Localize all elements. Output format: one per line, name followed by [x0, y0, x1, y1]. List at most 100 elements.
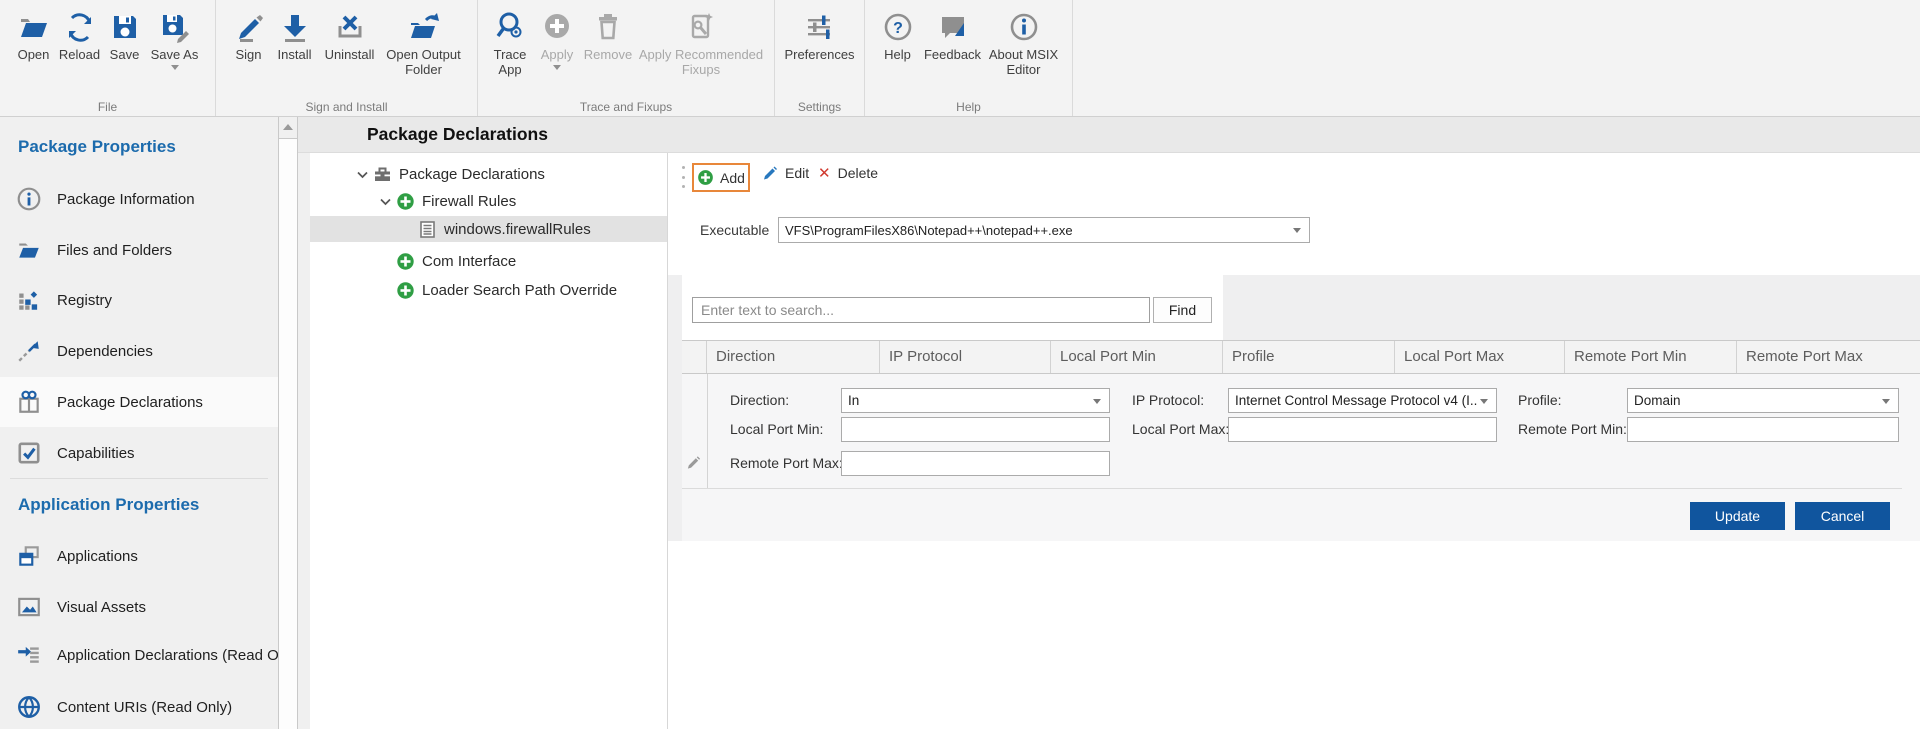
sidebar-navigation: Package Properties Package Information F… — [0, 117, 278, 729]
help-button[interactable]: ? Help — [876, 5, 920, 77]
grid-header-indicator-column — [682, 341, 707, 373]
sidebar-item-registry[interactable]: Registry — [0, 275, 278, 325]
sidebar-item-content-uris[interactable]: Content URIs (Read Only) — [0, 682, 278, 732]
tree-node-com-interface[interactable]: Com Interface — [310, 248, 667, 274]
form-footer-divider — [682, 488, 1902, 489]
sidebar-item-files-and-folders[interactable]: Files and Folders — [0, 225, 278, 275]
firewall-rules-detail-panel: Add Edit ✕ Delete Executable Find Direct… — [668, 153, 1920, 729]
scrollbar-thumb[interactable] — [279, 138, 297, 729]
package-declarations-icon — [16, 389, 42, 415]
about-msix-editor-button[interactable]: About MSIX Editor — [986, 5, 1062, 77]
grid-header-direction[interactable]: Direction — [707, 341, 880, 373]
reload-button[interactable]: Reload — [56, 5, 104, 70]
uninstall-button[interactable]: Uninstall — [319, 5, 381, 77]
help-question-icon: ? — [880, 7, 916, 47]
ip-protocol-dropdown[interactable]: Internet Control Message Protocol v4 (I.… — [1228, 388, 1497, 413]
add-circle-icon — [396, 252, 415, 271]
profile-dropdown[interactable]: Domain — [1627, 388, 1899, 413]
remote-port-min-label: Remote Port Min: — [1518, 417, 1627, 442]
local-port-min-field[interactable] — [841, 417, 1110, 442]
remote-port-min-input[interactable] — [1628, 418, 1898, 441]
grid-header-local-port-min[interactable]: Local Port Min — [1051, 341, 1223, 373]
ribbon-toolbar: Open Reload Save Save As — [0, 0, 1920, 117]
remote-port-max-input[interactable] — [842, 452, 1109, 475]
sidebar-item-applications[interactable]: Applications — [0, 531, 278, 581]
local-port-max-field[interactable] — [1228, 417, 1497, 442]
delete-x-icon: ✕ — [818, 166, 831, 181]
grid-header-ip-protocol[interactable]: IP Protocol — [880, 341, 1051, 373]
direction-label: Direction: — [730, 388, 789, 413]
remote-port-min-field[interactable] — [1627, 417, 1899, 442]
sidebar-item-package-declarations[interactable]: Package Declarations — [0, 377, 278, 427]
remote-port-max-field[interactable] — [841, 451, 1110, 476]
search-input[interactable] — [692, 297, 1150, 323]
capabilities-checkbox-icon — [16, 440, 42, 466]
sidebar-item-application-declarations[interactable]: Application Declarations (Read Only) — [0, 630, 278, 680]
executable-dropdown[interactable] — [778, 217, 1310, 243]
sidebar-item-capabilities[interactable]: Capabilities — [0, 428, 278, 478]
sidebar-item-package-information[interactable]: Package Information — [0, 174, 278, 224]
local-port-min-input[interactable] — [842, 418, 1109, 441]
remove-button[interactable]: Remove — [580, 5, 636, 77]
grid-header-remote-port-min[interactable]: Remote Port Min — [1565, 341, 1737, 373]
svg-text:?: ? — [893, 20, 903, 37]
combo-chevron-icon[interactable] — [1882, 399, 1890, 404]
update-button[interactable]: Update — [1690, 502, 1785, 530]
open-output-folder-button[interactable]: Open Output Folder — [381, 5, 467, 77]
tree-node-label: Package Declarations — [399, 166, 545, 183]
grid-header-profile[interactable]: Profile — [1223, 341, 1395, 373]
install-button[interactable]: Install — [271, 5, 319, 77]
combo-chevron-icon[interactable] — [1093, 399, 1101, 404]
add-circle-icon — [396, 192, 415, 211]
feedback-button[interactable]: Feedback — [920, 5, 986, 77]
dropdown-chevron-icon[interactable] — [553, 65, 561, 70]
ribbon-group-trace-and-fixups: Trace App Apply Remove Apply Recommend — [478, 0, 775, 116]
ribbon-group-label-help: Help — [865, 100, 1072, 114]
combo-chevron-icon[interactable] — [1480, 399, 1488, 404]
tree-node-firewall-rules[interactable]: Firewall Rules — [310, 188, 667, 214]
save-as-button[interactable]: Save As — [146, 5, 204, 70]
form-indicator-column-divider — [707, 374, 708, 488]
apply-button[interactable]: Apply — [534, 5, 580, 77]
chevron-down-icon[interactable] — [355, 167, 370, 182]
tree-node-windows-firewallrules[interactable]: windows.firewallRules — [310, 216, 667, 242]
sign-button[interactable]: Sign — [227, 5, 271, 77]
sidebar-header-application-properties: Application Properties — [18, 495, 199, 515]
apply-recommended-fixups-button[interactable]: Apply Recommended Fixups — [636, 5, 766, 77]
dropdown-chevron-icon[interactable] — [171, 65, 179, 70]
grid-header-local-port-max[interactable]: Local Port Max — [1395, 341, 1565, 373]
delete-button[interactable]: ✕ Delete — [818, 165, 878, 181]
executable-input[interactable] — [779, 218, 1287, 242]
sidebar-item-visual-assets[interactable]: Visual Assets — [0, 582, 278, 632]
save-button[interactable]: Save — [104, 5, 146, 70]
ribbon-group-label-file: File — [0, 100, 215, 114]
ribbon-group-label-sign-and-install: Sign and Install — [216, 100, 477, 114]
tree-node-label: Firewall Rules — [422, 193, 516, 210]
tree-node-package-declarations[interactable]: Package Declarations — [310, 161, 667, 187]
tree-node-loader-search-path-override[interactable]: Loader Search Path Override — [310, 277, 667, 303]
edit-button[interactable]: Edit — [762, 165, 809, 181]
sidebar-item-dependencies[interactable]: Dependencies — [0, 326, 278, 376]
remote-port-max-label: Remote Port Max: — [730, 451, 843, 476]
combo-chevron-icon[interactable] — [1293, 228, 1301, 233]
scrollbar-up-button[interactable] — [279, 117, 297, 137]
preferences-button[interactable]: Preferences — [784, 5, 856, 62]
trace-app-button[interactable]: Trace App — [486, 5, 534, 77]
grid-header-remote-port-max[interactable]: Remote Port Max — [1737, 341, 1920, 373]
page-title: Package Declarations — [367, 117, 548, 152]
tree-node-label: Loader Search Path Override — [422, 282, 617, 299]
sidebar-scrollbar[interactable] — [278, 117, 298, 729]
toolbar-grip-handle[interactable] — [681, 166, 685, 188]
open-folder-icon — [16, 7, 52, 47]
chevron-down-icon[interactable] — [378, 194, 393, 209]
panel-gutter — [298, 153, 310, 729]
local-port-max-input[interactable] — [1229, 418, 1496, 441]
ribbon-group-file: Open Reload Save Save As — [0, 0, 216, 116]
preferences-sliders-icon — [802, 7, 838, 47]
open-button[interactable]: Open — [12, 5, 56, 70]
direction-dropdown[interactable]: In — [841, 388, 1110, 413]
dependencies-icon — [16, 338, 42, 364]
add-button[interactable]: Add — [692, 163, 750, 192]
cancel-button[interactable]: Cancel — [1795, 502, 1890, 530]
find-button[interactable]: Find — [1153, 297, 1212, 323]
